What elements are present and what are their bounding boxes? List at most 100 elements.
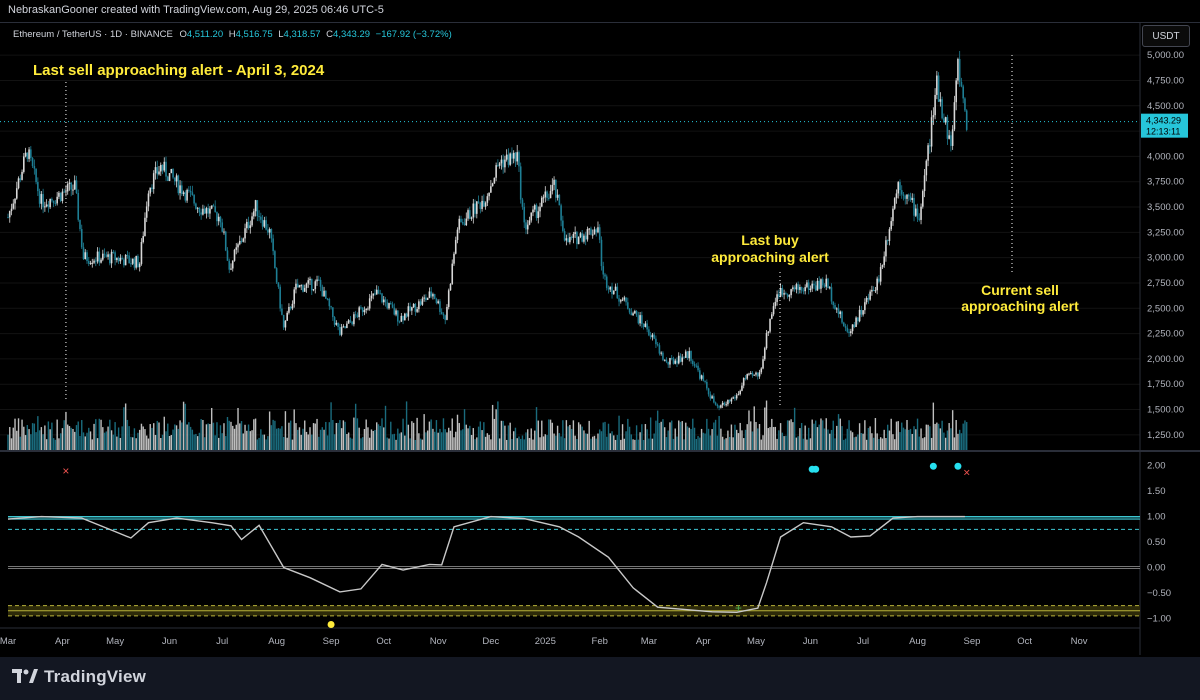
price-tick-label: 2,250.00: [1147, 329, 1184, 340]
candle-body: [484, 202, 487, 207]
volume-bar: [463, 409, 466, 450]
currency-button[interactable]: USDT: [1142, 25, 1190, 47]
volume-bar: [674, 428, 676, 450]
volume-bar: [384, 405, 387, 450]
candle-body: [332, 307, 334, 318]
price-tick-label: 3,750.00: [1147, 177, 1184, 188]
candle-body: [472, 203, 475, 218]
volume-bar: [263, 434, 266, 450]
volume-bar: [335, 422, 338, 450]
volume-bar: [323, 429, 325, 450]
volume-bar: [302, 428, 304, 450]
volume-bar: [9, 427, 11, 450]
candle-body: [751, 372, 754, 376]
candle-body: [786, 294, 789, 297]
markers: × × +: [62, 462, 970, 628]
legend-symbol: Ethereum / TetherUS · 1D · BINANCE O4,51…: [13, 29, 452, 40]
candle-body: [310, 278, 313, 291]
candle-body: [228, 260, 231, 270]
candle-body: [574, 232, 576, 234]
annotations: Last sell approaching alert - April 3, 2…: [33, 55, 1079, 405]
candle-body: [756, 372, 759, 377]
candle-body: [444, 315, 447, 320]
chart-svg[interactable]: ××+ 5,000.004,750.004,500.004,250.004,00…: [0, 0, 1200, 657]
candle-body: [440, 311, 443, 315]
candle-body: [899, 182, 901, 191]
candle-body: [488, 192, 490, 197]
volume-bar: [897, 421, 899, 450]
candle-body: [414, 303, 417, 312]
volume-bar: [68, 426, 71, 450]
volume-bar: [390, 421, 392, 450]
candle-body: [723, 402, 726, 405]
candle-body: [54, 203, 57, 205]
volume-bar: [17, 418, 20, 450]
volume-bar: [523, 439, 525, 450]
volume-bar: [191, 429, 194, 450]
volume-bar: [172, 429, 174, 450]
candle-body: [465, 218, 468, 226]
candle-body: [944, 117, 947, 123]
candle-body: [163, 161, 166, 171]
candle-body: [158, 171, 160, 175]
buy-marker: +: [735, 601, 742, 615]
candle-body: [253, 211, 255, 217]
candle-body: [727, 400, 729, 405]
candle-body: [512, 152, 515, 159]
time-tick-label: May: [106, 636, 124, 647]
volume-bar: [379, 425, 381, 450]
candle-body: [395, 310, 397, 315]
candle-body: [196, 207, 199, 209]
candle-body: [337, 322, 339, 327]
volume-bar: [465, 424, 467, 450]
volume-bar: [476, 437, 478, 450]
candle-body: [651, 334, 654, 338]
volume-bar: [790, 419, 792, 450]
candle-body: [556, 194, 559, 198]
volume-bar: [374, 429, 376, 450]
price-tick-label: 3,250.00: [1147, 227, 1184, 238]
candle-body: [490, 186, 492, 193]
volume-bar: [930, 437, 933, 450]
volume-bar: [516, 438, 518, 450]
volume-bar: [210, 407, 213, 450]
candle-body: [405, 313, 408, 317]
candle-body: [851, 324, 854, 332]
candle-body: [660, 352, 662, 354]
candle-body: [711, 396, 713, 399]
candle-body: [131, 258, 134, 264]
volume-bar: [161, 434, 164, 450]
candle-body: [114, 252, 116, 261]
volume-bar: [672, 438, 675, 450]
volume-bar: [867, 428, 870, 450]
volume-bar: [346, 434, 348, 450]
volume-bar: [363, 429, 366, 450]
candle-body: [275, 268, 278, 283]
tradingview-logo[interactable]: TradingView: [12, 667, 146, 687]
candle-body: [621, 299, 624, 301]
volume-bar: [558, 433, 561, 450]
volume-bar: [26, 425, 29, 450]
volume-bar: [811, 419, 813, 450]
volume-bar: [611, 431, 613, 450]
candle-body: [584, 235, 587, 240]
candle-body: [858, 309, 861, 322]
candle-body: [785, 293, 787, 295]
candle-body: [946, 117, 949, 139]
candle-body: [449, 283, 452, 291]
candle-body: [191, 192, 194, 195]
volume-bar: [103, 432, 106, 450]
candle-body: [864, 302, 866, 311]
signal-dot: [929, 462, 937, 470]
candle-body: [24, 152, 27, 157]
volume-bar: [186, 424, 188, 450]
volume-bar: [807, 427, 810, 450]
volume-bar: [671, 420, 673, 450]
volume-bar: [563, 438, 566, 450]
volume-bar: [319, 429, 322, 450]
volume-bar: [951, 410, 954, 450]
volume-bar: [430, 419, 432, 450]
volume-bar: [948, 423, 950, 450]
volume-bar: [642, 439, 645, 450]
volume-bar: [688, 427, 690, 450]
